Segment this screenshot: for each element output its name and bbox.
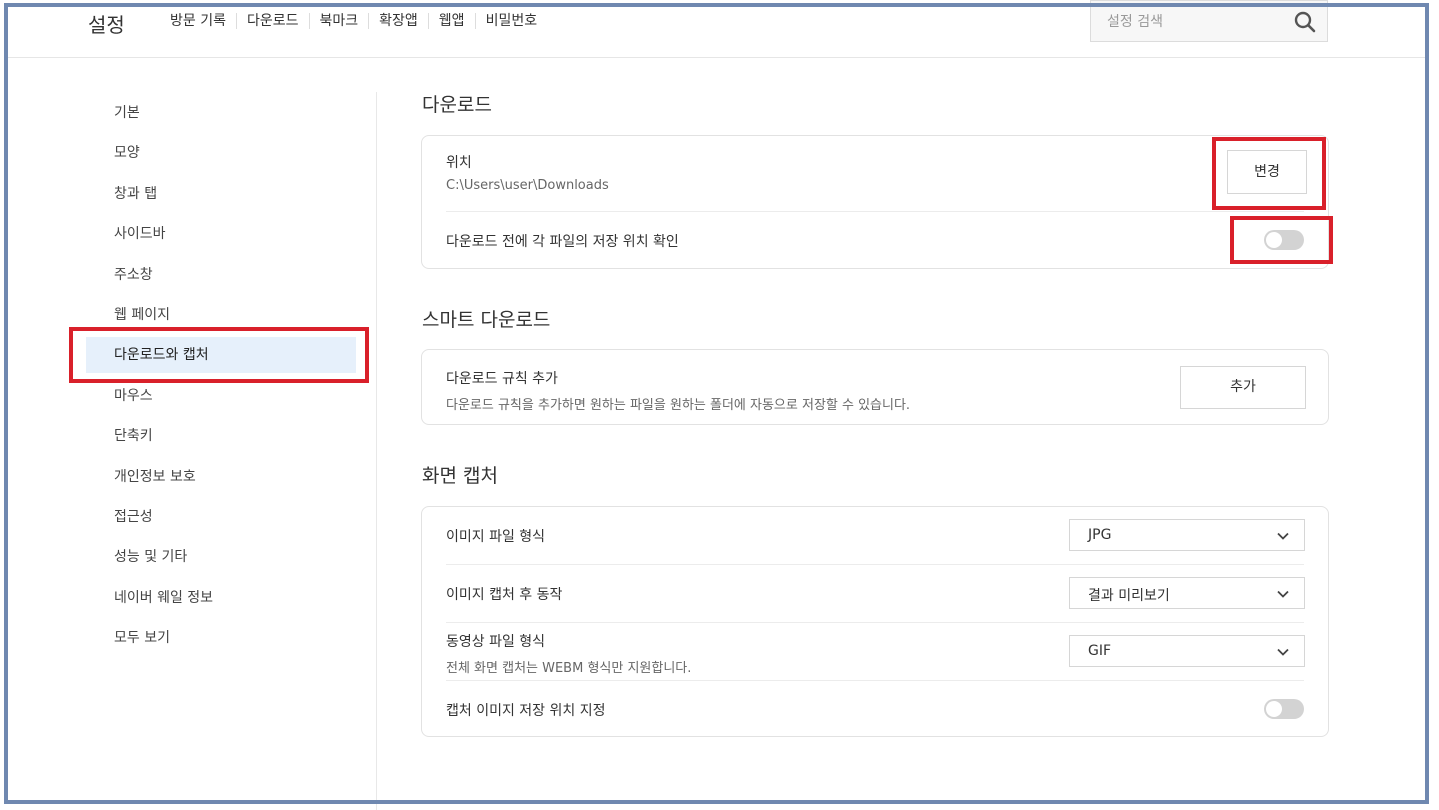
after-capture-value: 결과 미리보기 xyxy=(1088,588,1170,604)
video-format-select[interactable]: GIF xyxy=(1069,635,1305,667)
download-location-path: C:\Users\user\Downloads xyxy=(446,178,609,193)
nav-passwords[interactable]: 비밀번호 xyxy=(476,13,548,29)
sidebar-item-view-all[interactable]: 모두 보기 xyxy=(86,620,356,656)
add-rule-button[interactable]: 추가 xyxy=(1180,366,1306,409)
capture-save-location-toggle[interactable] xyxy=(1264,699,1304,719)
sidebar-item-address-bar[interactable]: 주소창 xyxy=(86,257,356,293)
ask-location-toggle[interactable] xyxy=(1264,230,1304,250)
video-format-value: GIF xyxy=(1088,643,1112,659)
row-divider xyxy=(446,564,1304,565)
row-divider xyxy=(446,680,1304,681)
change-location-button[interactable]: 변경 xyxy=(1227,150,1307,194)
chevron-down-icon xyxy=(1277,648,1289,656)
download-rule-row: 다운로드 규칙 추가 다운로드 규칙을 추가하면 원하는 파일을 원하는 폴더에… xyxy=(446,368,1304,413)
search-input[interactable] xyxy=(1105,11,1289,33)
sidebar-divider xyxy=(376,92,377,810)
sidebar-item-mouse[interactable]: 마우스 xyxy=(86,378,356,414)
download-location-row: 위치 C:\Users\user\Downloads xyxy=(446,152,1304,193)
sidebar-item-privacy[interactable]: 개인정보 보호 xyxy=(86,459,356,495)
search-icon[interactable] xyxy=(1293,10,1317,34)
chevron-down-icon xyxy=(1277,590,1289,598)
nav-bookmarks[interactable]: 북마크 xyxy=(310,13,370,29)
sidebar-item-download-capture[interactable]: 다운로드와 캡처 xyxy=(86,337,356,374)
top-bar: 설정 방문 기록 다운로드 북마크 확장앱 웹앱 비밀번호 xyxy=(8,0,1425,58)
sidebar-item-windows-tabs[interactable]: 창과 탭 xyxy=(86,176,356,212)
row-divider xyxy=(446,211,1304,212)
settings-sidebar: 기본 모양 창과 탭 사이드바 주소창 웹 페이지 다운로드와 캡처 마우스 단… xyxy=(86,95,356,660)
sidebar-item-shortcuts[interactable]: 단축키 xyxy=(86,418,356,454)
sidebar-item-sidebar[interactable]: 사이드바 xyxy=(86,216,356,252)
download-rule-description: 다운로드 규칙을 추가하면 원하는 파일을 원하는 폴더에 자동으로 저장할 수… xyxy=(446,398,911,413)
sidebar-item-performance[interactable]: 성능 및 기타 xyxy=(86,539,356,575)
ask-location-label: 다운로드 전에 각 파일의 저장 위치 확인 xyxy=(446,234,679,250)
image-format-value: JPG xyxy=(1088,527,1112,543)
capture-section-title: 화면 캡처 xyxy=(422,465,498,487)
capture-save-location-label: 캡처 이미지 저장 위치 지정 xyxy=(446,703,606,719)
sidebar-item-about[interactable]: 네이버 웨일 정보 xyxy=(86,580,356,616)
sidebar-item-web-page[interactable]: 웹 페이지 xyxy=(86,297,356,333)
page-title: 설정 xyxy=(88,13,125,37)
sidebar-item-basic[interactable]: 기본 xyxy=(86,95,356,131)
toggle-knob xyxy=(1266,701,1282,717)
smart-download-card: 다운로드 규칙 추가 다운로드 규칙을 추가하면 원하는 파일을 원하는 폴더에… xyxy=(421,349,1329,425)
nav-history[interactable]: 방문 기록 xyxy=(160,13,237,29)
row-divider xyxy=(446,622,1304,623)
image-format-select[interactable]: JPG xyxy=(1069,519,1305,551)
nav-webapps[interactable]: 웹앱 xyxy=(429,13,476,29)
chevron-down-icon xyxy=(1277,532,1289,540)
search-box xyxy=(1090,0,1328,42)
capture-card: 이미지 파일 형식 JPG 이미지 캡처 후 동작 결과 미리보기 동영상 파일… xyxy=(421,506,1329,737)
download-card: 위치 C:\Users\user\Downloads 변경 다운로드 전에 각 … xyxy=(421,135,1329,269)
sidebar-item-accessibility[interactable]: 접근성 xyxy=(86,499,356,535)
toggle-knob xyxy=(1266,232,1282,248)
download-location-label: 위치 xyxy=(446,155,472,171)
capture-save-location-row: 캡처 이미지 저장 위치 지정 xyxy=(446,700,1304,720)
top-nav: 방문 기록 다운로드 북마크 확장앱 웹앱 비밀번호 xyxy=(160,13,547,29)
ask-location-row: 다운로드 전에 각 파일의 저장 위치 확인 xyxy=(446,231,1304,251)
after-capture-select[interactable]: 결과 미리보기 xyxy=(1069,577,1305,609)
download-rule-label: 다운로드 규칙 추가 xyxy=(446,371,558,387)
nav-downloads[interactable]: 다운로드 xyxy=(237,13,310,29)
download-section-title: 다운로드 xyxy=(422,94,492,116)
nav-extensions[interactable]: 확장앱 xyxy=(369,13,429,29)
sidebar-item-appearance[interactable]: 모양 xyxy=(86,135,356,171)
smart-download-section-title: 스마트 다운로드 xyxy=(422,309,551,331)
